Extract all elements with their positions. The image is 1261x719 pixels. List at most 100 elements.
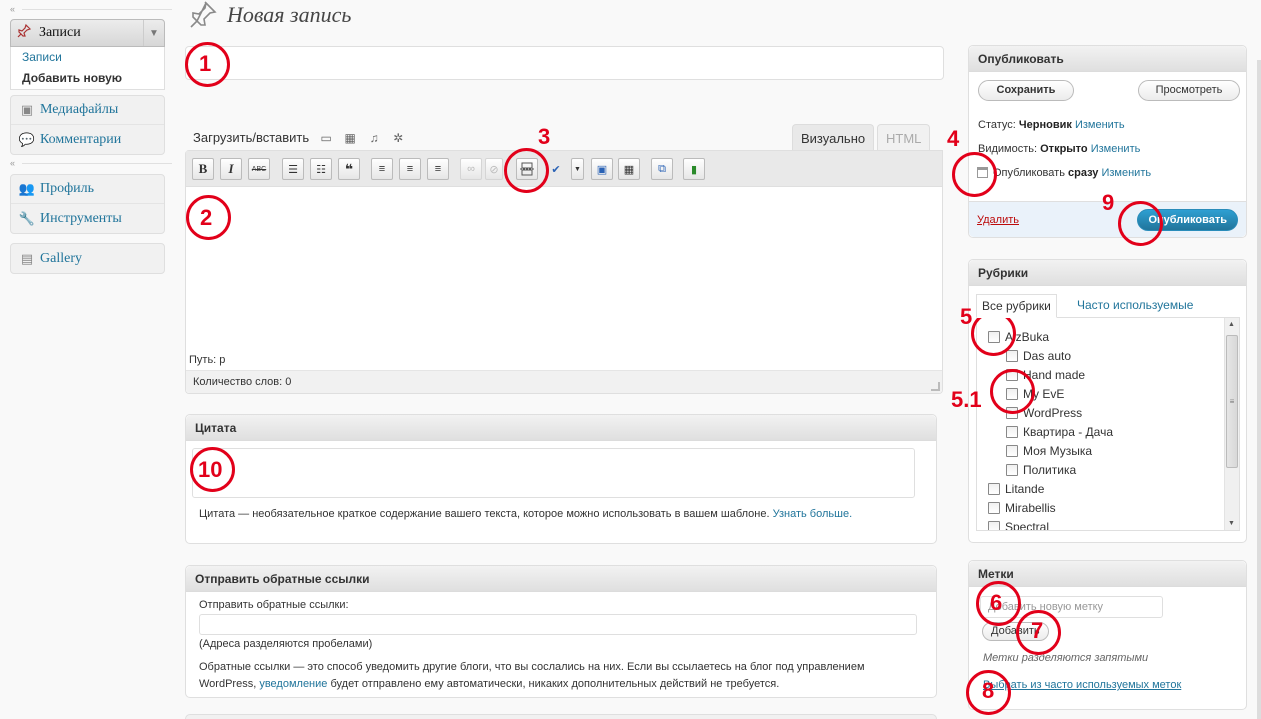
save-draft-button[interactable]: Сохранить <box>978 80 1074 101</box>
category-name: Квартира - Дача <box>1023 424 1113 439</box>
gallery-icon: ▤ <box>20 250 34 266</box>
insert-media-button[interactable]: ▮ <box>683 158 705 180</box>
menu-separator[interactable]: « <box>10 4 173 14</box>
numbered-list-icon: ☷ <box>316 163 326 176</box>
category-checkbox[interactable] <box>1006 349 1018 362</box>
category-name: WordPress <box>1023 405 1083 420</box>
page-scrollbar[interactable] <box>1257 60 1261 719</box>
spellcheck-dropdown[interactable]: ▼ <box>571 158 584 180</box>
category-item[interactable]: Das auto <box>1006 346 1071 365</box>
excerpt-input[interactable] <box>192 448 915 498</box>
category-checkbox[interactable] <box>1006 463 1018 476</box>
category-item[interactable]: Политика <box>1006 460 1076 479</box>
unlink-button[interactable]: ⊘ <box>485 158 503 180</box>
category-item[interactable]: Квартира - Дача <box>1006 422 1113 441</box>
excerpt-title[interactable]: Цитата <box>186 415 936 441</box>
strikethrough-button[interactable]: ABC <box>248 158 270 180</box>
publish-title[interactable]: Опубликовать <box>969 46 1246 72</box>
tags-hint: Метки разделяются запятыми <box>983 652 1149 664</box>
scroll-down-icon[interactable]: ▼ <box>1228 520 1235 527</box>
chevron-down-icon[interactable]: ▼ <box>143 20 164 46</box>
add-audio-icon[interactable]: ♫ <box>367 131 381 145</box>
category-checkbox[interactable] <box>988 482 1000 495</box>
menu-posts-label: Записи <box>39 25 81 40</box>
post-title-input[interactable] <box>185 46 944 80</box>
annotation-number: 2 <box>200 205 213 230</box>
media-icon: ▣ <box>20 102 34 117</box>
trackbacks-field-label: Отправить обратные ссылки: <box>199 599 349 611</box>
submenu-item-posts[interactable]: Записи <box>11 47 164 68</box>
excerpt-help: Цитата — необязательное краткое содержан… <box>199 506 919 522</box>
post-editor: B I ABC ☰ ☷ ❝ ≡ ≡ ≡ ∞ ⊘ ✔ ▼ ▣ ▦ ⧉ ▮ Путь… <box>185 150 943 394</box>
annotation-number: 5 <box>960 304 973 329</box>
status-edit-link[interactable]: Изменить <box>1075 119 1125 131</box>
annotation-number: 8 <box>982 678 995 703</box>
menu-gallery-label: Gallery <box>40 250 82 266</box>
tab-visual[interactable]: Визуально <box>792 124 875 151</box>
numbered-list-button[interactable]: ☷ <box>310 158 332 180</box>
tab-all-categories[interactable]: Все рубрики <box>976 294 1057 318</box>
status-label: Статус: <box>978 119 1016 131</box>
trackbacks-title[interactable]: Отправить обратные ссылки <box>186 566 936 592</box>
bold-button[interactable]: B <box>192 158 214 180</box>
insert-link-button[interactable]: ∞ <box>460 158 482 180</box>
menu-comments[interactable]: 💬 Комментарии <box>11 125 164 154</box>
blockquote-button[interactable]: ❝ <box>338 158 360 180</box>
align-center-button[interactable]: ≡ <box>399 158 421 180</box>
upload-insert-bar: Загрузить/вставить ▭ ▦ ♫ ✲ <box>193 130 405 145</box>
align-left-button[interactable]: ≡ <box>371 158 393 180</box>
admin-sidebar: « Записи ▼ Записи Добавить новую ▣ Медиа… <box>0 0 175 719</box>
learn-more-link[interactable]: Узнать больше. <box>773 508 853 520</box>
scroll-up-icon[interactable]: ▲ <box>1228 321 1235 328</box>
category-checkbox[interactable] <box>1006 444 1018 457</box>
category-checkbox[interactable] <box>988 501 1000 514</box>
align-right-button[interactable]: ≡ <box>427 158 449 180</box>
tab-html[interactable]: HTML <box>877 124 931 151</box>
menu-tools[interactable]: 🔧 Инструменты <box>11 204 164 233</box>
delete-link[interactable]: Удалить <box>977 214 1019 226</box>
choose-popular-tags-link[interactable]: Выбрать из часто используемых меток <box>983 679 1181 691</box>
category-checkbox[interactable] <box>988 520 1000 530</box>
notification-link[interactable]: уведомление <box>259 678 327 690</box>
visibility-edit-link[interactable]: Изменить <box>1091 143 1141 155</box>
schedule-edit-link[interactable]: Изменить <box>1101 167 1151 179</box>
category-checkbox[interactable] <box>1006 425 1018 438</box>
menu-gallery[interactable]: ▤ Gallery <box>11 244 164 273</box>
add-image-icon[interactable]: ▭ <box>319 131 333 145</box>
tab-popular-categories[interactable]: Часто используемые <box>1072 294 1198 318</box>
bullet-list-button[interactable]: ☰ <box>282 158 304 180</box>
menu-posts[interactable]: Записи ▼ <box>10 19 165 47</box>
category-item[interactable]: Mirabellis <box>988 498 1056 517</box>
pushpin-icon <box>188 0 218 28</box>
tags-title[interactable]: Метки <box>969 561 1246 587</box>
menu-media[interactable]: ▣ Медиафайлы <box>11 96 164 125</box>
schedule-row: Опубликовать сразу Изменить <box>993 167 1151 179</box>
trackbacks-input[interactable] <box>199 614 917 635</box>
kitchen-sink-button[interactable]: ▦ <box>618 158 640 180</box>
link-icon: ∞ <box>467 163 475 175</box>
chevron-down-icon: ▼ <box>574 165 581 173</box>
category-scrollbar[interactable]: ▲ ≡ ▼ <box>1224 318 1239 530</box>
italic-button[interactable]: I <box>220 158 242 180</box>
editor-content-area[interactable] <box>186 187 942 349</box>
category-item[interactable]: Litande <box>988 479 1044 498</box>
annotation-number: 1 <box>199 51 212 76</box>
add-media-icon[interactable]: ✲ <box>391 131 405 145</box>
category-item[interactable]: Spectral <box>988 517 1049 530</box>
schedule-label: Опубликовать <box>993 167 1065 179</box>
add-video-icon[interactable]: ▦ <box>343 131 357 145</box>
insert-gallery-button[interactable]: ⧉ <box>651 158 673 180</box>
submenu-item-add-new[interactable]: Добавить новую <box>11 68 164 89</box>
menu-separator[interactable]: « <box>10 158 173 168</box>
preview-button[interactable]: Просмотреть <box>1138 80 1240 101</box>
category-item[interactable]: Моя Музыка <box>1006 441 1092 460</box>
fullscreen-button[interactable]: ▣ <box>591 158 613 180</box>
users-icon: 👥 <box>18 181 36 196</box>
resize-handle[interactable] <box>931 382 940 391</box>
categories-title[interactable]: Рубрики <box>969 260 1246 286</box>
menu-profile[interactable]: 👥 Профиль <box>11 175 164 204</box>
annotation-number: 10 <box>198 457 223 482</box>
scroll-thumb[interactable]: ≡ <box>1226 335 1238 468</box>
visibility-value: Открыто <box>1040 143 1088 155</box>
spellcheck-button[interactable]: ✔ <box>548 158 564 180</box>
